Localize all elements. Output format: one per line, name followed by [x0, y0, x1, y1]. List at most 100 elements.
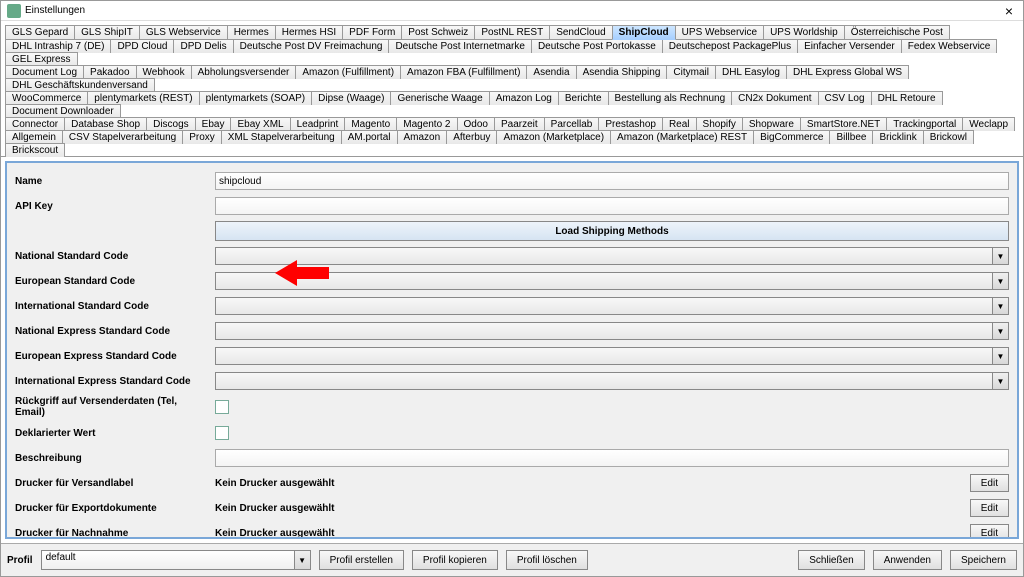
tab-dhl-express-global-ws[interactable]: DHL Express Global WS: [786, 65, 909, 79]
tab-prestashop[interactable]: Prestashop: [598, 117, 663, 131]
tab-deutschepost-packageplus[interactable]: Deutschepost PackagePlus: [662, 39, 798, 53]
tab-magento-2[interactable]: Magento 2: [396, 117, 457, 131]
close-icon[interactable]: ×: [1001, 3, 1017, 19]
tab-parcellab[interactable]: Parcellab: [544, 117, 600, 131]
tab-amazon-fulfillment-[interactable]: Amazon (Fulfillment): [295, 65, 401, 79]
international-express-code-select[interactable]: ▼: [215, 372, 1009, 390]
tab-pdf-form[interactable]: PDF Form: [342, 25, 402, 40]
export-edit-button[interactable]: Edit: [970, 499, 1009, 517]
tab-billbee[interactable]: Billbee: [829, 130, 873, 144]
apikey-input[interactable]: [215, 197, 1009, 215]
tab-bigcommerce[interactable]: BigCommerce: [753, 130, 830, 144]
beschreibung-input[interactable]: [215, 449, 1009, 467]
tab-sendcloud[interactable]: SendCloud: [549, 25, 612, 40]
tab--sterreichische-post[interactable]: Österreichische Post: [844, 25, 950, 40]
tab-postnl-rest[interactable]: PostNL REST: [474, 25, 550, 40]
tab-dhl-easylog[interactable]: DHL Easylog: [715, 65, 787, 79]
tab-odoo[interactable]: Odoo: [457, 117, 495, 131]
tab-abholungsversender[interactable]: Abholungsversender: [191, 65, 297, 79]
tab-leadprint[interactable]: Leadprint: [290, 117, 346, 131]
tab-discogs[interactable]: Discogs: [146, 117, 196, 131]
tab-amazon-marketplace-[interactable]: Amazon (Marketplace): [496, 130, 611, 144]
profil-loeschen-button[interactable]: Profil löschen: [506, 550, 588, 570]
tab-am-portal[interactable]: AM.portal: [341, 130, 398, 144]
tab-ups-worldship[interactable]: UPS Worldship: [763, 25, 845, 40]
tab-asendia-shipping[interactable]: Asendia Shipping: [576, 65, 668, 79]
tab-bestellung-als-rechnung[interactable]: Bestellung als Rechnung: [608, 91, 733, 105]
profil-kopieren-button[interactable]: Profil kopieren: [412, 550, 498, 570]
tab-proxy[interactable]: Proxy: [182, 130, 222, 144]
tab-trackingportal[interactable]: Trackingportal: [886, 117, 963, 131]
deklarierter-wert-checkbox[interactable]: [215, 426, 229, 440]
tab-document-log[interactable]: Document Log: [5, 65, 84, 79]
tab-amazon-log[interactable]: Amazon Log: [489, 91, 559, 105]
tab-amazon-fba-fulfillment-[interactable]: Amazon FBA (Fulfillment): [400, 65, 527, 79]
tab-xml-stapelverarbeitung[interactable]: XML Stapelverarbeitung: [221, 130, 342, 144]
tab-csv-log[interactable]: CSV Log: [818, 91, 872, 105]
national-express-code-select[interactable]: ▼: [215, 322, 1009, 340]
tab-paarzeit[interactable]: Paarzeit: [494, 117, 545, 131]
tab-csv-stapelverarbeitung[interactable]: CSV Stapelverarbeitung: [62, 130, 183, 144]
tab-dpd-cloud[interactable]: DPD Cloud: [110, 39, 174, 53]
tab-asendia[interactable]: Asendia: [526, 65, 576, 79]
tab-shopify[interactable]: Shopify: [696, 117, 743, 131]
versandlabel-edit-button[interactable]: Edit: [970, 474, 1009, 492]
tab-allgemein[interactable]: Allgemein: [5, 130, 63, 144]
tab-amazon[interactable]: Amazon: [397, 130, 448, 144]
tab-amazon-marketplace-rest[interactable]: Amazon (Marketplace) REST: [610, 130, 754, 144]
tab-bricklink[interactable]: Bricklink: [872, 130, 923, 144]
tab-deutsche-post-portokasse[interactable]: Deutsche Post Portokasse: [531, 39, 663, 53]
tab-ebay[interactable]: Ebay: [195, 117, 232, 131]
schliessen-button[interactable]: Schließen: [798, 550, 864, 570]
tab-dhl-gesch-ftskundenversand[interactable]: DHL Geschäftskundenversand: [5, 78, 155, 92]
profil-erstellen-button[interactable]: Profil erstellen: [319, 550, 404, 570]
tab-gls-shipit[interactable]: GLS ShipIT: [74, 25, 140, 40]
tab-fedex-webservice[interactable]: Fedex Webservice: [901, 39, 998, 53]
european-standard-code-select[interactable]: ▼: [215, 272, 1009, 290]
tab-dpd-delis[interactable]: DPD Delis: [173, 39, 233, 53]
tab-einfacher-versender[interactable]: Einfacher Versender: [797, 39, 902, 53]
tab-database-shop[interactable]: Database Shop: [64, 117, 147, 131]
tab-citymail[interactable]: Citymail: [666, 65, 716, 79]
tab-gel-express[interactable]: GEL Express: [5, 52, 78, 66]
tab-gls-gepard[interactable]: GLS Gepard: [5, 25, 75, 40]
tab-dhl-retoure[interactable]: DHL Retoure: [871, 91, 943, 105]
anwenden-button[interactable]: Anwenden: [873, 550, 942, 570]
tab-generische-waage[interactable]: Generische Waage: [390, 91, 489, 105]
tab-connector[interactable]: Connector: [5, 117, 65, 131]
tab-pakadoo[interactable]: Pakadoo: [83, 65, 136, 79]
tab-shipcloud[interactable]: ShipCloud: [612, 25, 676, 40]
european-express-code-select[interactable]: ▼: [215, 347, 1009, 365]
tab-gls-webservice[interactable]: GLS Webservice: [139, 25, 228, 40]
tab-deutsche-post-internetmarke[interactable]: Deutsche Post Internetmarke: [388, 39, 532, 53]
tab-plentymarkets-soap-[interactable]: plentymarkets (SOAP): [199, 91, 312, 105]
tab-ups-webservice[interactable]: UPS Webservice: [675, 25, 764, 40]
tab-dipse-waage-[interactable]: Dipse (Waage): [311, 91, 391, 105]
tab-plentymarkets-rest-[interactable]: plentymarkets (REST): [87, 91, 199, 105]
tab-berichte[interactable]: Berichte: [558, 91, 609, 105]
ruckgriff-checkbox[interactable]: [215, 400, 229, 414]
nachnahme-edit-button[interactable]: Edit: [970, 524, 1009, 539]
national-standard-code-select[interactable]: ▼: [215, 247, 1009, 265]
tab-smartstore-net[interactable]: SmartStore.NET: [800, 117, 887, 131]
speichern-button[interactable]: Speichern: [950, 550, 1017, 570]
tab-woocommerce[interactable]: WooCommerce: [5, 91, 88, 105]
tab-real[interactable]: Real: [662, 117, 697, 131]
tab-cn2x-dokument[interactable]: CN2x Dokument: [731, 91, 818, 105]
tab-afterbuy[interactable]: Afterbuy: [446, 130, 497, 144]
tab-post-schweiz[interactable]: Post Schweiz: [401, 25, 475, 40]
international-standard-code-select[interactable]: ▼: [215, 297, 1009, 315]
tab-webhook[interactable]: Webhook: [136, 65, 192, 79]
tab-deutsche-post-dv-freimachung[interactable]: Deutsche Post DV Freimachung: [233, 39, 390, 53]
tab-brickowl[interactable]: Brickowl: [923, 130, 974, 144]
load-shipping-methods-button[interactable]: Load Shipping Methods: [215, 221, 1009, 241]
profil-select[interactable]: default ▼: [41, 550, 311, 570]
tab-magento[interactable]: Magento: [344, 117, 397, 131]
tab-hermes[interactable]: Hermes: [227, 25, 276, 40]
tab-document-downloader[interactable]: Document Downloader: [5, 104, 121, 118]
tab-shopware[interactable]: Shopware: [742, 117, 801, 131]
tab-weclapp[interactable]: Weclapp: [962, 117, 1015, 131]
tab-ebay-xml[interactable]: Ebay XML: [230, 117, 290, 131]
tab-hermes-hsi[interactable]: Hermes HSI: [275, 25, 343, 40]
name-input[interactable]: [215, 172, 1009, 190]
